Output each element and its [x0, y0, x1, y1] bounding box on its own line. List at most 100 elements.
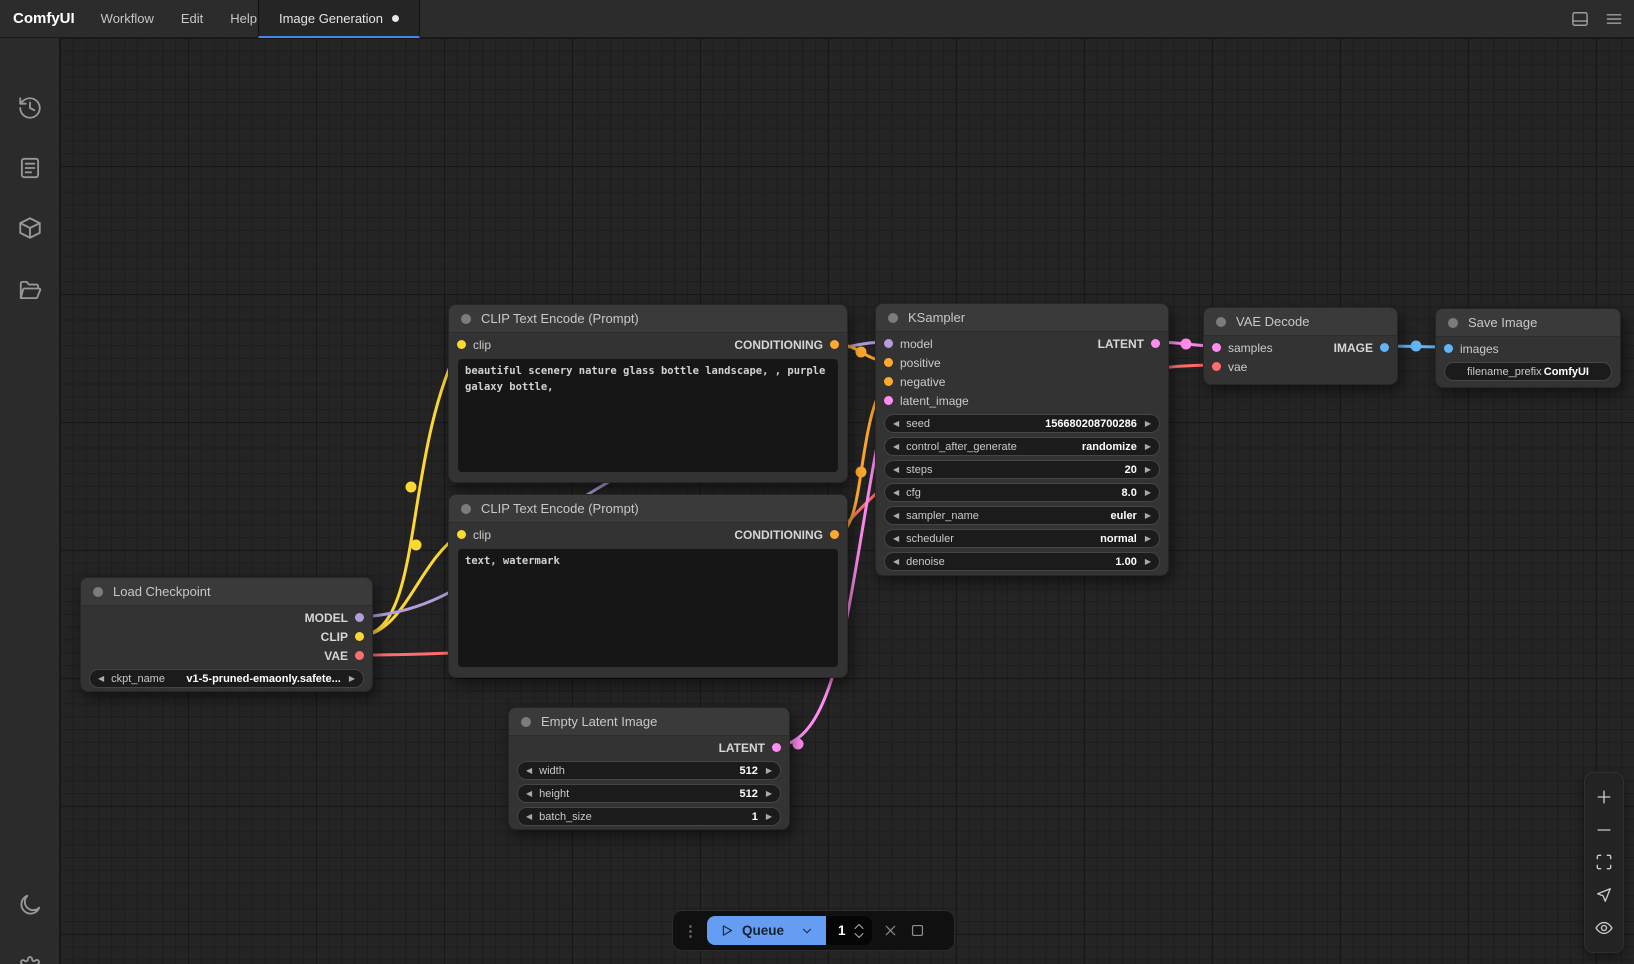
output-slot-clip[interactable]: CLIP — [321, 630, 364, 644]
decrement-arrow-icon[interactable]: ◀ — [893, 535, 899, 543]
toggle-link-visibility-button[interactable] — [1594, 917, 1614, 939]
input-slot-vae[interactable]: vae — [1212, 360, 1247, 374]
input-slot-images[interactable]: images — [1444, 342, 1499, 356]
widget-filename-prefix[interactable]: filename_prefix ComfyUI — [1444, 362, 1612, 381]
theme-toggle-moon-icon[interactable] — [17, 892, 43, 918]
increment-arrow-icon[interactable]: ▶ — [766, 767, 772, 775]
collapse-dot[interactable] — [888, 313, 898, 323]
port-conditioning[interactable] — [830, 530, 839, 539]
increment-arrow-icon[interactable]: ▶ — [1145, 535, 1151, 543]
workflow-tab-active[interactable]: Image Generation — [258, 0, 420, 38]
output-slot-model[interactable]: MODEL — [305, 611, 364, 625]
input-slot-latent-image[interactable]: latent_image — [884, 394, 969, 408]
settings-gear-icon[interactable] — [17, 956, 43, 964]
node-header[interactable]: VAE Decode — [1204, 308, 1397, 336]
widget-scheduler[interactable]: ◀ scheduler normal ▶ — [884, 529, 1160, 548]
hamburger-menu-icon[interactable] — [1604, 9, 1624, 29]
port-clip[interactable] — [355, 632, 364, 641]
port-image[interactable] — [1380, 343, 1389, 352]
input-slot-positive[interactable]: positive — [884, 356, 941, 370]
select-mode-button[interactable] — [1594, 884, 1614, 906]
port-latent[interactable] — [1212, 343, 1221, 352]
zoom-out-button[interactable] — [1594, 819, 1614, 841]
port-vae[interactable] — [355, 651, 364, 660]
decrement-arrow-icon[interactable]: ◀ — [526, 790, 532, 798]
port-conditioning[interactable] — [830, 340, 839, 349]
output-slot-conditioning[interactable]: CONDITIONING — [734, 528, 839, 542]
decrement-arrow-icon[interactable]: ◀ — [893, 420, 899, 428]
increment-arrow-icon[interactable]: ▶ — [1145, 512, 1151, 520]
input-slot-negative[interactable]: negative — [884, 375, 945, 389]
increment-arrow-icon[interactable]: ▶ — [1145, 420, 1151, 428]
workflows-folder-icon[interactable] — [17, 277, 43, 303]
port-vae[interactable] — [1212, 362, 1221, 371]
positive-prompt-textarea[interactable]: beautiful scenery nature glass bottle la… — [458, 359, 838, 472]
widget-seed[interactable]: ◀ seed 156680208700286 ▶ — [884, 414, 1160, 433]
queue-button[interactable]: Queue — [707, 916, 826, 945]
port-model[interactable] — [884, 339, 893, 348]
widget-denoise[interactable]: ◀ denoise 1.00 ▶ — [884, 552, 1160, 571]
port-latent[interactable] — [884, 396, 893, 405]
decrement-arrow-icon[interactable]: ◀ — [893, 443, 899, 451]
bottom-panel-icon[interactable] — [1570, 9, 1590, 29]
node-header[interactable]: CLIP Text Encode (Prompt) — [449, 305, 847, 333]
widget-width[interactable]: ◀ width 512 ▶ — [517, 761, 781, 780]
output-slot-image[interactable]: IMAGE — [1334, 341, 1389, 355]
output-slot-latent[interactable]: LATENT — [1098, 337, 1160, 351]
fit-view-button[interactable] — [1594, 851, 1614, 873]
node-vae-decode[interactable]: VAE Decode samples IMAGE vae — [1203, 307, 1398, 385]
node-clip-text-encode-positive[interactable]: CLIP Text Encode (Prompt) clip CONDITION… — [448, 304, 848, 483]
increment-arrow-icon[interactable]: ▶ — [766, 790, 772, 798]
port-clip[interactable] — [457, 530, 466, 539]
node-header[interactable]: CLIP Text Encode (Prompt) — [449, 495, 847, 523]
port-latent[interactable] — [1151, 339, 1160, 348]
widget-batch-size[interactable]: ◀ batch_size 1 ▶ — [517, 807, 781, 826]
output-slot-latent[interactable]: LATENT — [719, 741, 781, 755]
increment-arrow-icon[interactable]: ▶ — [1145, 466, 1151, 474]
node-library-icon[interactable] — [17, 215, 43, 241]
increment-arrow-icon[interactable]: ▶ — [1145, 443, 1151, 451]
output-slot-conditioning[interactable]: CONDITIONING — [734, 338, 839, 352]
widget-sampler-name[interactable]: ◀ sampler_name euler ▶ — [884, 506, 1160, 525]
decrement-arrow-icon[interactable]: ◀ — [893, 466, 899, 474]
input-slot-samples[interactable]: samples — [1212, 341, 1273, 355]
node-templates-icon[interactable] — [17, 155, 43, 181]
menu-edit[interactable]: Edit — [181, 11, 203, 26]
menu-help[interactable]: Help — [230, 11, 257, 26]
widget-steps[interactable]: ◀ steps 20 ▶ — [884, 460, 1160, 479]
collapse-dot[interactable] — [93, 587, 103, 597]
node-clip-text-encode-negative[interactable]: CLIP Text Encode (Prompt) clip CONDITION… — [448, 494, 848, 678]
negative-prompt-textarea[interactable]: text, watermark — [458, 549, 838, 667]
batch-count-spinner[interactable]: 1 — [826, 916, 872, 945]
output-slot-vae[interactable]: VAE — [324, 649, 364, 663]
node-header[interactable]: Empty Latent Image — [509, 708, 789, 736]
input-slot-clip[interactable]: clip — [457, 528, 491, 542]
node-header[interactable]: KSampler — [876, 304, 1168, 332]
increment-arrow-icon[interactable]: ▶ — [766, 813, 772, 821]
collapse-dot[interactable] — [1216, 317, 1226, 327]
node-empty-latent-image[interactable]: Empty Latent Image LATENT ◀ width 512 ▶ … — [508, 707, 790, 830]
node-ksampler[interactable]: KSampler model LATENT positive negative — [875, 303, 1169, 576]
increment-arrow-icon[interactable]: ▶ — [1145, 558, 1151, 566]
cancel-run-button[interactable] — [882, 922, 899, 939]
history-icon[interactable] — [17, 95, 43, 121]
widget-height[interactable]: ◀ height 512 ▶ — [517, 784, 781, 803]
increment-arrow-icon[interactable]: ▶ — [349, 675, 355, 683]
input-slot-clip[interactable]: clip — [457, 338, 491, 352]
node-header[interactable]: Load Checkpoint — [81, 578, 372, 606]
stop-button[interactable] — [909, 922, 926, 939]
decrement-arrow-icon[interactable]: ◀ — [98, 675, 104, 683]
port-image[interactable] — [1444, 344, 1453, 353]
node-save-image[interactable]: Save Image images filename_prefix ComfyU… — [1435, 308, 1621, 388]
port-conditioning[interactable] — [884, 358, 893, 367]
port-latent[interactable] — [772, 743, 781, 752]
chevron-down-icon[interactable] — [800, 924, 814, 938]
port-clip[interactable] — [457, 340, 466, 349]
collapse-dot[interactable] — [521, 717, 531, 727]
node-header[interactable]: Save Image — [1436, 309, 1620, 337]
increment-arrow-icon[interactable]: ▶ — [1145, 489, 1151, 497]
decrement-arrow-icon[interactable]: ◀ — [526, 767, 532, 775]
collapse-dot[interactable] — [461, 314, 471, 324]
decrement-arrow-icon[interactable]: ◀ — [893, 489, 899, 497]
port-model[interactable] — [355, 613, 364, 622]
